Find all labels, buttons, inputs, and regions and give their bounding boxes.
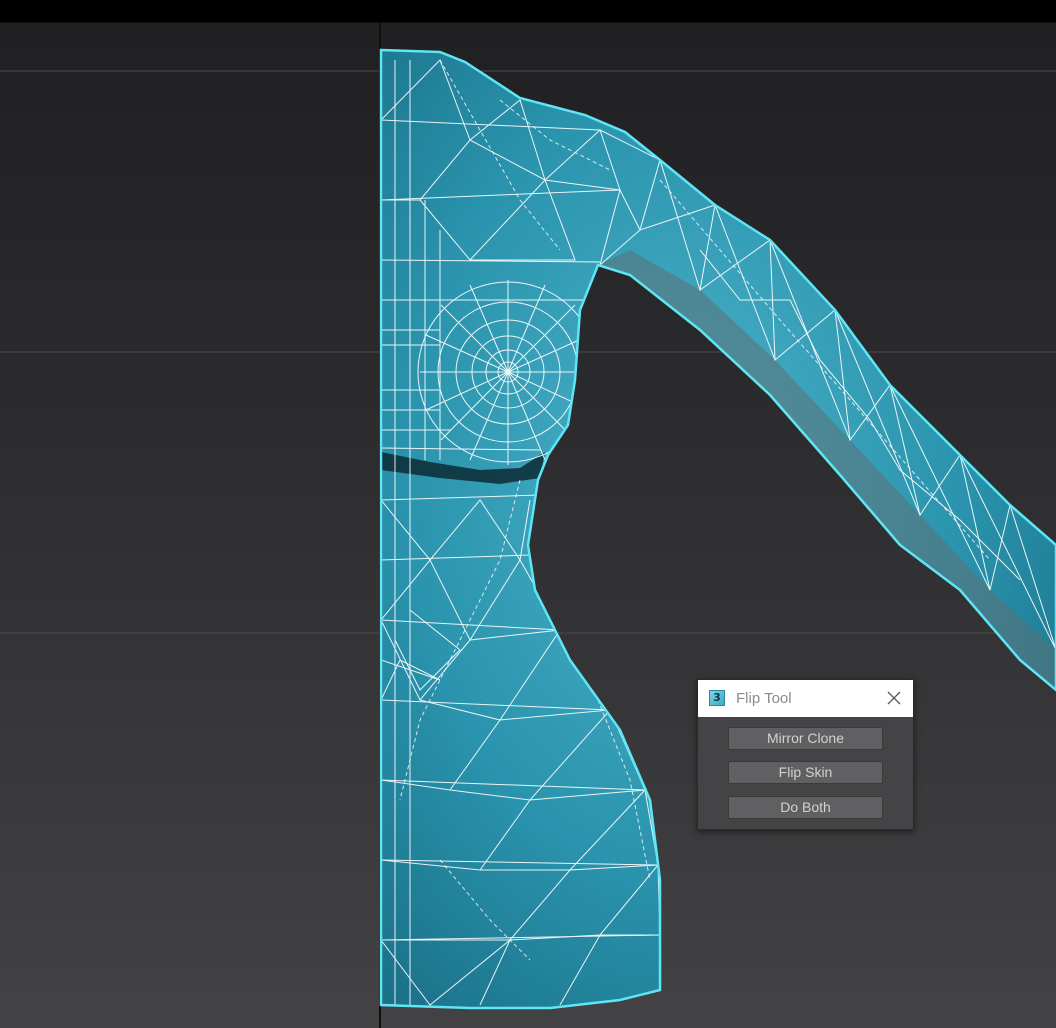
close-button[interactable] bbox=[875, 680, 913, 717]
do-both-button[interactable]: Do Both bbox=[728, 796, 883, 819]
viewport-scene bbox=[0, 23, 1056, 1028]
dialog-title: Flip Tool bbox=[736, 690, 792, 707]
mirror-clone-button[interactable]: Mirror Clone bbox=[728, 727, 883, 750]
3d-viewport[interactable]: 3 Flip Tool Mirror Clone Flip Skin Do Bo… bbox=[0, 0, 1056, 1028]
3dsmax-app-icon: 3 bbox=[709, 690, 725, 706]
close-x-icon bbox=[887, 691, 901, 705]
flip-tool-dialog: 3 Flip Tool Mirror Clone Flip Skin Do Bo… bbox=[697, 679, 914, 830]
character-mesh bbox=[379, 48, 1056, 1010]
flip-skin-button[interactable]: Flip Skin bbox=[728, 761, 883, 784]
flip-tool-titlebar[interactable]: 3 Flip Tool bbox=[698, 680, 913, 717]
